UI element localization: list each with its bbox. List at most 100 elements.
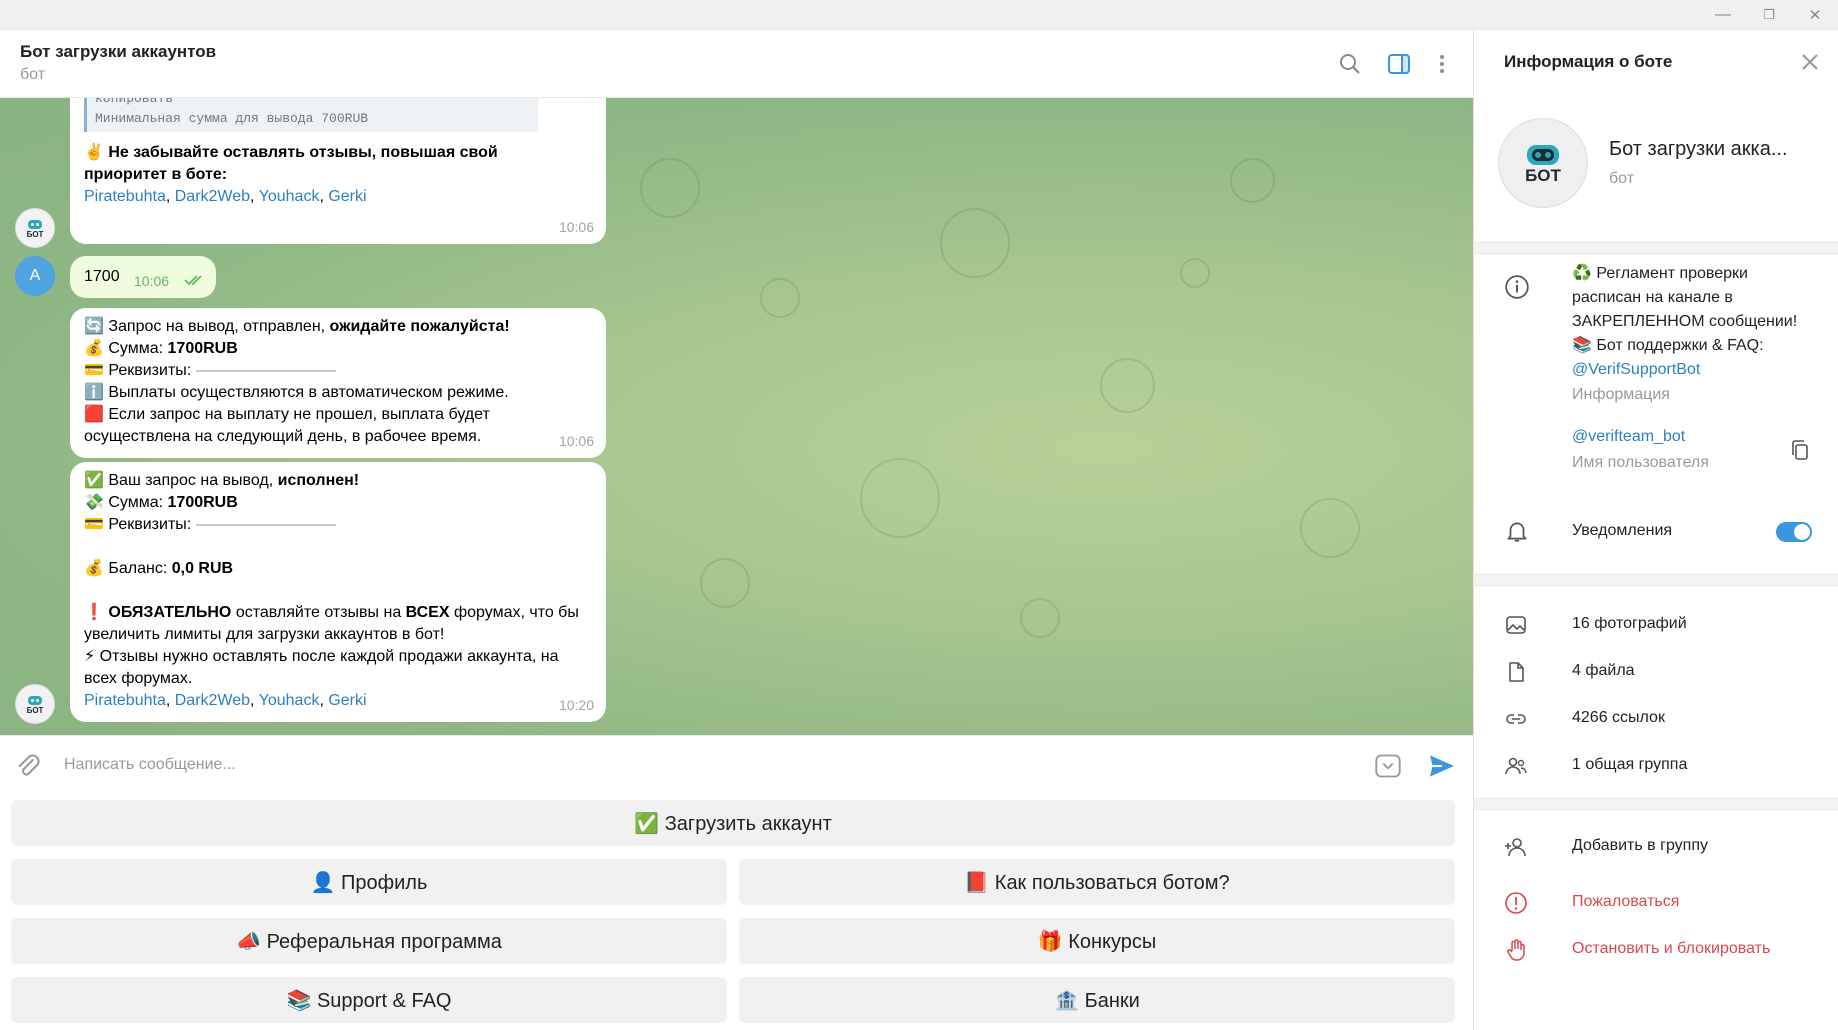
block-row[interactable]: Остановить и блокировать [1474, 930, 1838, 970]
link-dark2web[interactable]: Dark2Web [175, 188, 250, 205]
media-files-row[interactable]: 4 файла [1474, 652, 1838, 692]
user-avatar[interactable]: A [15, 256, 55, 296]
message-time: 10:20 [558, 697, 594, 713]
message-text: 💸 Сумма: 1700RUB [84, 494, 238, 511]
avatar-label: БОТ [1525, 166, 1561, 185]
message-text: ✅ Ваш запрос на вывод, исполнен! [84, 472, 360, 489]
media-photos-row[interactable]: 16 фотографий [1474, 605, 1838, 645]
support-bot-link[interactable]: @VerifSupportBot [1572, 358, 1797, 382]
search-icon[interactable] [1336, 50, 1364, 78]
wallpaper-doodle [1230, 158, 1275, 203]
section-divider [1474, 574, 1838, 586]
wallpaper-doodle [940, 208, 1010, 278]
link-piratebuhta[interactable]: Piratebuhta [84, 692, 166, 709]
profile-button[interactable]: 👤 Профиль [11, 859, 727, 905]
sidebar-toggle-icon[interactable] [1385, 50, 1413, 78]
double-check-icon [184, 275, 202, 286]
message-text: 💳 Реквизиты: [84, 514, 336, 536]
bot-avatar[interactable]: БОТ [15, 684, 55, 724]
bot-description: ♻️ Регламент проверки расписан на канале… [1572, 262, 1797, 382]
minimize-button[interactable]: — [1700, 0, 1746, 30]
redacted-details [195, 523, 336, 526]
chat-header: Бот загрузки аккаунтов бот [0, 30, 1473, 98]
message-text: ❗ ОБЯЗАТЕЛЬНО оставляйте отзывы на ВСЕХ … [84, 604, 579, 621]
message-input-bar [0, 735, 1473, 793]
user-message[interactable]: 1700 10:06 [70, 256, 216, 298]
window-titlebar: — ❐ ✕ [0, 0, 1838, 30]
bot-avatar-label: БОТ [26, 705, 44, 715]
username-link[interactable]: @verifteam_bot [1572, 428, 1685, 446]
link-gerki[interactable]: Gerki [328, 188, 366, 205]
photos-count: 16 фотографий [1572, 615, 1687, 632]
send-icon[interactable] [1426, 750, 1458, 782]
code-line: копировать [95, 98, 174, 106]
redacted-details [195, 369, 336, 372]
report-row[interactable]: Пожаловаться [1474, 883, 1838, 923]
files-count: 4 файла [1572, 662, 1635, 679]
bot-profile-avatar[interactable]: БОТ [1498, 118, 1588, 208]
link-youhack[interactable]: Youhack [259, 692, 320, 709]
wallpaper-doodle [1020, 598, 1060, 638]
chat-subtitle: бот [20, 66, 46, 83]
referral-program-button[interactable]: 📣 Реферальная программа [11, 918, 727, 964]
message-text: увеличить лимиты для загрузки аккаунтов … [84, 626, 445, 643]
copy-icon[interactable] [1788, 438, 1812, 462]
wallpaper-doodle [1300, 498, 1360, 558]
banks-button[interactable]: 🏦 Банки [739, 977, 1455, 1023]
link-piratebuhta[interactable]: Piratebuhta [84, 188, 166, 205]
close-window-button[interactable]: ✕ [1792, 0, 1838, 30]
message-text: ℹ️ Выплаты осуществляются в автоматическ… [84, 384, 509, 401]
bot-message[interactable]: ✅ Ваш запрос на вывод, исполнен! 💸 Сумма… [70, 462, 606, 722]
bot-message[interactable]: копировать Минимальная сумма для вывода … [70, 98, 606, 244]
message-text: всех форумах. [84, 670, 193, 687]
forum-links: Piratebuhta, Dark2Web, Youhack, Gerki [84, 188, 367, 205]
notifications-toggle[interactable] [1776, 522, 1812, 542]
common-groups-count: 1 общая группа [1572, 756, 1688, 773]
message-text: 💳 Реквизиты: [84, 360, 336, 382]
how-to-use-button[interactable]: 📕 Как пользоваться ботом? [739, 859, 1455, 905]
code-block[interactable]: копировать Минимальная сумма для вывода … [84, 98, 538, 132]
wallpaper-doodle [1180, 258, 1210, 288]
group-icon [1505, 757, 1527, 775]
bot-message[interactable]: 🔄 Запрос на вывод, отправлен, ожидайте п… [70, 308, 606, 458]
panel-title: Информация о боте [1504, 52, 1673, 71]
message-time: 10:06 [134, 273, 170, 289]
contests-button[interactable]: 🎁 Конкурсы [739, 918, 1455, 964]
info-icon [1504, 274, 1530, 300]
wallpaper-doodle [700, 558, 750, 608]
bell-icon [1504, 518, 1530, 544]
bot-avatar[interactable]: БОТ [15, 208, 55, 248]
upload-account-button[interactable]: ✅ Загрузить аккаунт [11, 800, 1455, 846]
more-vertical-icon[interactable] [1428, 50, 1456, 78]
robot-icon [1527, 145, 1559, 165]
message-text: ✌️ Не забывайте оставлять отзывы, повыша… [84, 144, 498, 161]
link-dark2web[interactable]: Dark2Web [175, 692, 250, 709]
section-divider [1474, 798, 1838, 810]
restore-button[interactable]: ❐ [1746, 0, 1792, 30]
message-text: 💰 Сумма: 1700RUB [84, 340, 238, 357]
attach-icon[interactable] [14, 752, 42, 780]
message-text: 🟥 Если запрос на выплату не прошел, выпл… [84, 406, 490, 423]
support-faq-button[interactable]: 📚 Support & FAQ [11, 977, 727, 1023]
username-caption: Имя пользователя [1572, 454, 1709, 471]
report-label: Пожаловаться [1572, 893, 1680, 910]
add-to-group-row[interactable]: Добавить в группу [1474, 827, 1838, 867]
message-text: осуществлена на следующий день, в рабоче… [84, 428, 482, 445]
message-time: 10:06 [558, 219, 594, 235]
message-time: 10:06 [558, 433, 594, 449]
message-text: 1700 [84, 268, 120, 285]
bot-keyboard-icon[interactable] [1374, 752, 1402, 780]
link-gerki[interactable]: Gerki [328, 692, 366, 709]
notifications-label: Уведомления [1572, 522, 1673, 539]
wallpaper-doodle [1100, 358, 1155, 413]
chat-message-area[interactable]: копировать Минимальная сумма для вывода … [0, 98, 1473, 735]
media-groups-row[interactable]: 1 общая группа [1474, 746, 1838, 786]
block-label: Остановить и блокировать [1572, 940, 1771, 957]
close-icon[interactable] [1796, 48, 1824, 76]
media-links-row[interactable]: 4266 ссылок [1474, 699, 1838, 739]
message-input[interactable] [64, 750, 1344, 780]
add-to-group-label: Добавить в группу [1572, 837, 1708, 854]
file-icon [1509, 662, 1524, 682]
link-youhack[interactable]: Youhack [259, 188, 320, 205]
chat-title[interactable]: Бот загрузки аккаунтов [20, 42, 216, 62]
